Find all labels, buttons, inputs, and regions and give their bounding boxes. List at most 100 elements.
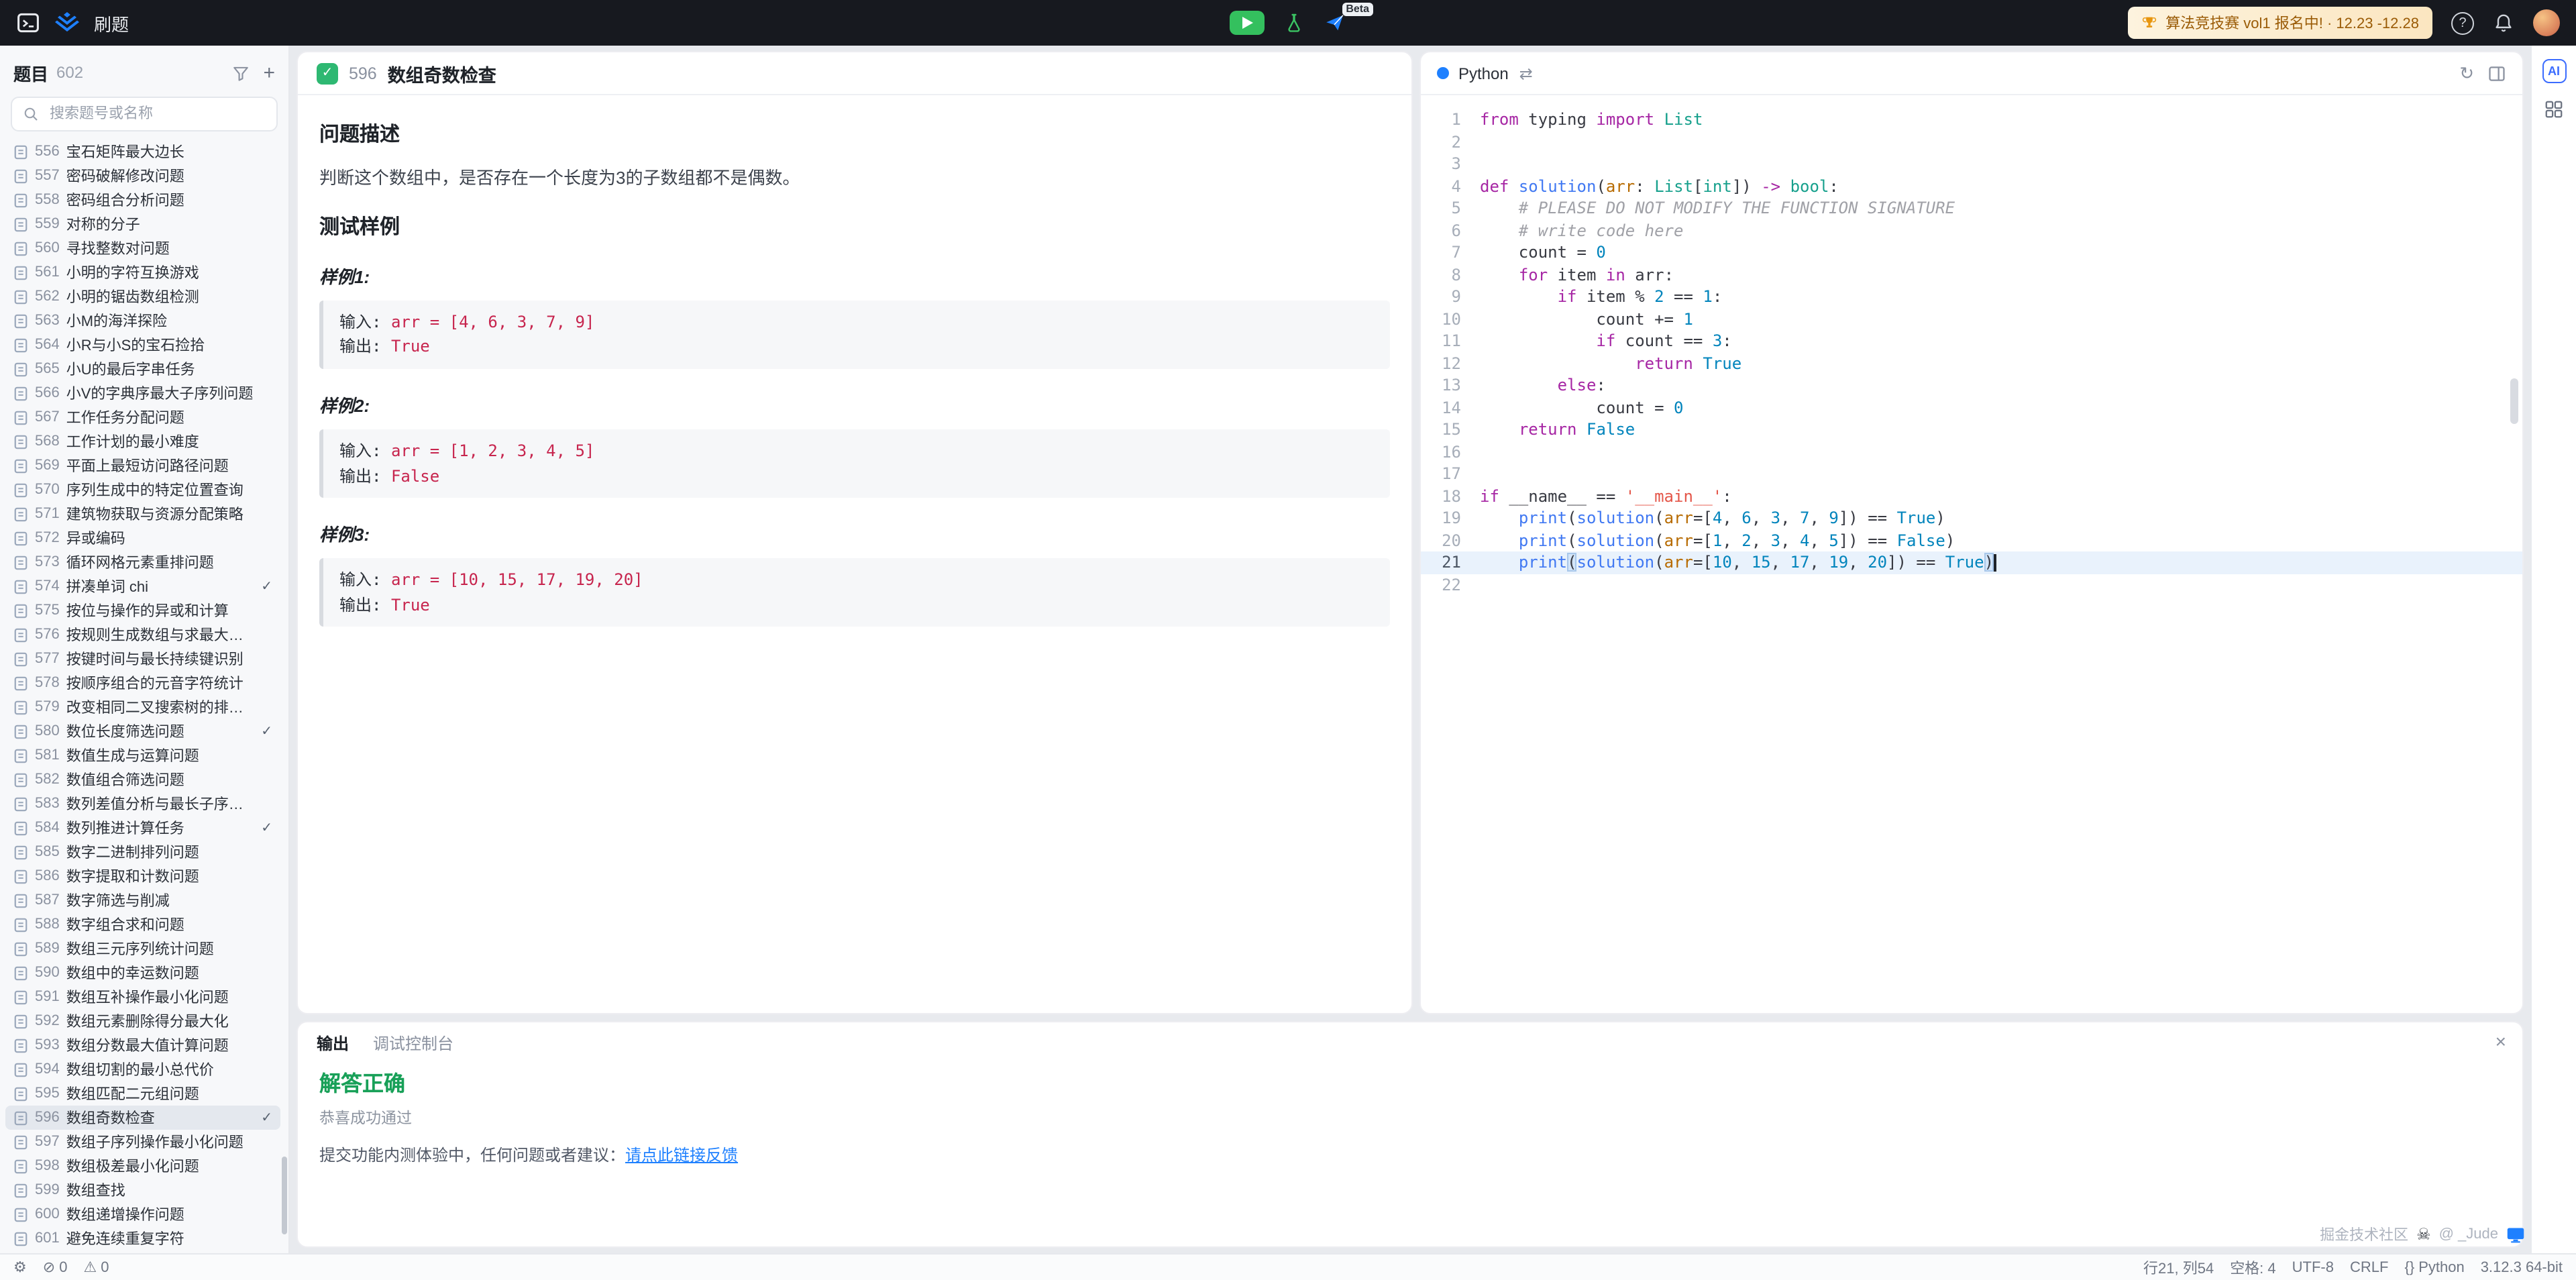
code-line[interactable]: 9 if item % 2 == 1: (1421, 286, 2522, 308)
code-line[interactable]: 19 print(solution(arr=[4, 6, 3, 7, 9]) =… (1421, 507, 2522, 529)
code-line[interactable]: 5 # PLEASE DO NOT MODIFY THE FUNCTION SI… (1421, 197, 2522, 219)
problem-list-item[interactable]: 577 按键时间与最长持续键识别 ✓ (5, 647, 280, 671)
indent-setting[interactable]: 空格: 4 (2230, 1257, 2275, 1278)
apps-grid-icon[interactable] (2544, 99, 2564, 119)
code-line[interactable]: 14 count = 0 (1421, 396, 2522, 419)
problem-list-item[interactable]: 563 小M的海洋探险 ✓ (5, 309, 280, 333)
problem-list-item[interactable]: 557 密码破解修改问题 ✓ (5, 164, 280, 188)
code-line[interactable]: 10 count += 1 (1421, 308, 2522, 330)
filter-icon[interactable] (232, 64, 250, 81)
language-tab[interactable]: Python (1458, 64, 1509, 83)
close-icon[interactable]: × (2496, 1032, 2506, 1051)
problem-list-item[interactable]: 583 数列差值分析与最长子序列问题 ✓ (5, 792, 280, 816)
help-icon[interactable]: ? (2451, 11, 2474, 34)
code-line[interactable]: 3 (1421, 153, 2522, 175)
problem-list-item[interactable]: 571 建筑物获取与资源分配策略 ✓ (5, 502, 280, 526)
code-line[interactable]: 12 return True (1421, 352, 2522, 374)
problem-list-item[interactable]: 598 数组极差最小化问题 ✓ (5, 1154, 280, 1178)
problem-list-item[interactable]: 599 数组查找 ✓ (5, 1178, 280, 1202)
problem-list-item[interactable]: 558 密码组合分析问题 ✓ (5, 188, 280, 212)
problem-list-item[interactable]: 593 数组分数最大值计算问题 ✓ (5, 1033, 280, 1057)
flask-icon[interactable] (1283, 12, 1305, 34)
problem-list-item[interactable]: 574 拼凑单词 chi ✓ (5, 574, 280, 598)
problem-list-item[interactable]: 588 数字组合求和问题 ✓ (5, 912, 280, 937)
code-line[interactable]: 16 (1421, 441, 2522, 463)
problem-list-item[interactable]: 556 宝石矩阵最大边长 ✓ (5, 140, 280, 164)
problem-list-item[interactable]: 591 数组互补操作最小化问题 ✓ (5, 985, 280, 1009)
add-icon[interactable]: + (263, 62, 275, 83)
feedback-link[interactable]: 请点此链接反馈 (625, 1146, 738, 1165)
bell-icon[interactable] (2493, 12, 2514, 34)
search-input[interactable] (47, 105, 266, 123)
problem-list-item[interactable]: 592 数组元素删除得分最大化 ✓ (5, 1009, 280, 1033)
problem-list-item[interactable]: 590 数组中的幸运数问题 ✓ (5, 961, 280, 985)
code-line[interactable]: 8 for item in arr: (1421, 264, 2522, 286)
problem-list-item[interactable]: 595 数组匹配二元组问题 ✓ (5, 1081, 280, 1106)
avatar[interactable] (2533, 9, 2560, 36)
code-line[interactable]: 18if __name__ == '__main__': (1421, 485, 2522, 507)
problem-list-item[interactable]: 600 数组递增操作问题 ✓ (5, 1202, 280, 1226)
problem-list-item[interactable]: 573 循环网格元素重排问题 ✓ (5, 550, 280, 574)
problem-list-item[interactable]: 569 平面上最短访问路径问题 ✓ (5, 454, 280, 478)
code-line[interactable]: 15 return False (1421, 419, 2522, 441)
problem-list-item[interactable]: 581 数值生成与运算问题 ✓ (5, 743, 280, 767)
problem-list-item[interactable]: 597 数组子序列操作最小化问题 ✓ (5, 1130, 280, 1154)
code-line[interactable]: 1from typing import List (1421, 109, 2522, 131)
editor-scrollbar[interactable] (2510, 378, 2518, 424)
tab-debug-console[interactable]: 调试控制台 (373, 1031, 453, 1054)
problem-list-item[interactable]: 582 数值组合筛选问题 ✓ (5, 767, 280, 792)
problem-list-item[interactable]: 578 按顺序组合的元音字符统计 ✓ (5, 671, 280, 695)
split-view-icon[interactable] (2487, 64, 2506, 83)
problem-list-item[interactable]: 562 小明的锯齿数组检测 ✓ (5, 284, 280, 309)
encoding[interactable]: UTF-8 (2292, 1259, 2334, 1275)
problem-list-item[interactable]: 586 数字提取和计数问题 ✓ (5, 864, 280, 888)
problem-list-item[interactable]: 570 序列生成中的特定位置查询 ✓ (5, 478, 280, 502)
juejin-logo-icon[interactable] (54, 11, 80, 34)
eol-setting[interactable]: CRLF (2350, 1259, 2388, 1275)
problem-list-item[interactable]: 601 避免连续重复字符 ✓ (5, 1226, 280, 1250)
runtime-version[interactable]: 3.12.3 64-bit (2481, 1259, 2563, 1275)
settings-gear-icon[interactable]: ⚙ (13, 1259, 27, 1276)
code-line[interactable]: 6 # write code here (1421, 219, 2522, 242)
problem-list-item[interactable]: 566 小V的字典序最大子序列问题 ✓ (5, 381, 280, 405)
language-mode[interactable]: {}Python (2404, 1259, 2464, 1275)
share-plane-icon[interactable]: Beta (1324, 12, 1346, 34)
problem-list-item[interactable]: 575 按位与操作的异或和计算 ✓ (5, 598, 280, 623)
problem-list-item[interactable]: 584 数列推进计算任务 ✓ (5, 816, 280, 840)
problem-list-item[interactable]: 585 数字二进制排列问题 ✓ (5, 840, 280, 864)
problem-list-item[interactable]: 580 数位长度筛选问题 ✓ (5, 719, 280, 743)
problem-list-item[interactable]: 587 数字筛选与削减 ✓ (5, 888, 280, 912)
problem-list-item[interactable]: 559 对称的分子 ✓ (5, 212, 280, 236)
problem-list-item[interactable]: 596 数组奇数检查 ✓ (5, 1106, 280, 1130)
sidebar-scrollbar[interactable] (282, 1157, 287, 1234)
switch-language-icon[interactable]: ⇄ (1519, 64, 1533, 83)
problem-list-item[interactable]: 567 工作任务分配问题 ✓ (5, 405, 280, 429)
screen-monitor-icon[interactable] (2506, 1226, 2525, 1243)
code-line[interactable]: 20 print(solution(arr=[1, 2, 3, 4, 5]) =… (1421, 529, 2522, 551)
code-line[interactable]: 21 print(solution(arr=[10, 15, 17, 19, 2… (1421, 551, 2522, 574)
code-line[interactable]: 13 else: (1421, 374, 2522, 396)
code-line[interactable]: 2 (1421, 131, 2522, 153)
errors-indicator[interactable]: ⊘0 (43, 1259, 68, 1276)
contest-badge[interactable]: 算法竞技赛 vol1 报名中! · 12.23 -12.28 (2128, 7, 2432, 39)
console-app-icon[interactable] (16, 11, 40, 35)
problem-list-item[interactable]: 560 寻找整数对问题 ✓ (5, 236, 280, 260)
problem-list-item[interactable]: 561 小明的字符互换游戏 ✓ (5, 260, 280, 284)
code-line[interactable]: 7 count = 0 (1421, 242, 2522, 264)
run-button[interactable] (1230, 11, 1265, 35)
code-line[interactable]: 22 (1421, 574, 2522, 596)
problem-list-item[interactable]: 589 数组三元序列统计问题 ✓ (5, 937, 280, 961)
problem-list-item[interactable]: 594 数组切割的最小总代价 ✓ (5, 1057, 280, 1081)
warnings-indicator[interactable]: ⚠0 (83, 1259, 109, 1276)
code-editor[interactable]: 1from typing import List234def solution(… (1421, 95, 2522, 596)
tab-output[interactable]: 输出 (317, 1031, 349, 1054)
problem-list-item[interactable]: 572 异或编码 ✓ (5, 526, 280, 550)
problem-list-item[interactable]: 576 按规则生成数组与求最大值问题 ✓ (5, 623, 280, 647)
cursor-position[interactable]: 行21, 列54 (2143, 1257, 2214, 1278)
code-line[interactable]: 4def solution(arr: List[int]) -> bool: (1421, 175, 2522, 197)
problem-list-item[interactable]: 564 小R与小S的宝石捡拾 ✓ (5, 333, 280, 357)
code-line[interactable]: 11 if count == 3: (1421, 330, 2522, 352)
problem-list-item[interactable]: 565 小U的最后字串任务 ✓ (5, 357, 280, 381)
problem-list-item[interactable]: 579 改变相同二叉搜索树的排列方案数 ✓ (5, 695, 280, 719)
reset-code-icon[interactable]: ↻ (2459, 62, 2474, 84)
